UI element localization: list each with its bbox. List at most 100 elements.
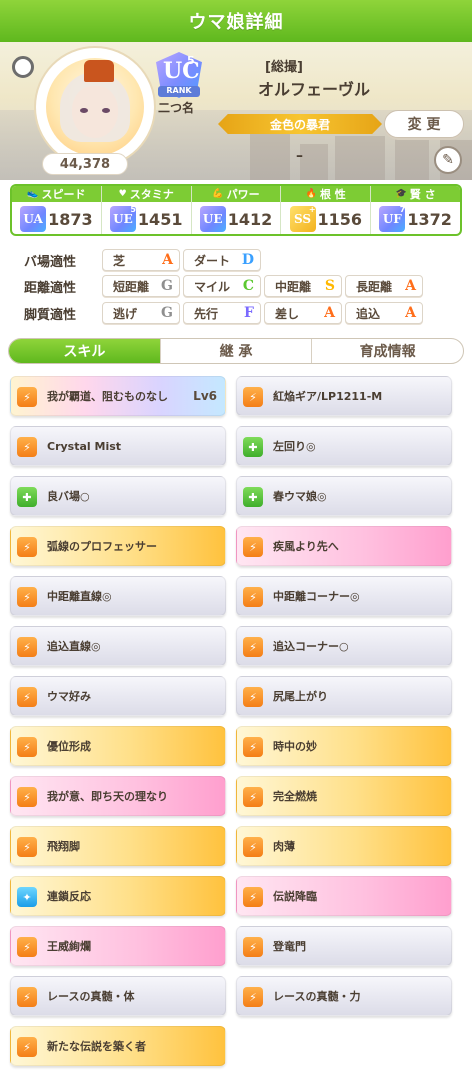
style-aptitude-row: 脚質適性 逃げ G 先行 F 差し A 追込 A xyxy=(24,302,454,324)
skill-icon: ✚ xyxy=(243,437,263,457)
skill-item[interactable]: ⚡ 飛翔脚 xyxy=(10,826,226,866)
skill-icon: ⚡ xyxy=(243,837,263,857)
stat-grade: UA xyxy=(23,212,43,226)
skill-item[interactable]: ⚡ 完全燃焼 xyxy=(236,776,452,816)
skill-item[interactable]: ⚡ レースの真髄・力 xyxy=(236,976,452,1016)
skill-name: 優位形成 xyxy=(47,740,91,753)
skill-icon: ⚡ xyxy=(243,987,263,1007)
stat-value: 1372 xyxy=(407,209,452,229)
aptitude-label: バ場適性 xyxy=(24,254,77,270)
skill-name: 王威絢爛 xyxy=(47,940,91,953)
stat-label: パワー xyxy=(226,188,260,201)
skill-icon: ⚡ xyxy=(17,587,37,607)
heart-icon: ♥ xyxy=(118,189,127,199)
stats-panel: 👟 スピード UA 1873 ♥ スタミナ UE 5 1451 💪 パワー UE 1412 🔥 根 性 SS +… xyxy=(10,184,462,236)
subtitle-dash: – xyxy=(296,148,303,164)
skill-item[interactable]: ⚡ 追込直線◎ xyxy=(10,626,226,666)
skill-item[interactable]: ⚡ 登竜門 xyxy=(236,926,452,966)
skill-name: 伝説降臨 xyxy=(273,890,317,903)
aptitude-cell: ダート D xyxy=(183,249,261,271)
edit-button[interactable]: ✎ xyxy=(434,146,462,174)
change-epithet-button[interactable]: 変 更 xyxy=(384,110,464,138)
aptitude-grade: C xyxy=(242,278,254,294)
skill-item[interactable]: ⚡ 王威絢爛 xyxy=(10,926,226,966)
skill-item[interactable]: ✚ 良バ場○ xyxy=(10,476,226,516)
skill-name: レースの真髄・体 xyxy=(47,990,135,1003)
skill-name: 連鎖反応 xyxy=(47,890,91,903)
aptitude-name: ダート xyxy=(194,253,231,268)
skill-name: 良バ場○ xyxy=(47,490,90,503)
skill-item[interactable]: ⚡ 伝説降臨 xyxy=(236,876,452,916)
tab-skills[interactable]: スキル xyxy=(9,339,161,363)
skill-name: 肉薄 xyxy=(273,840,295,853)
skill-item[interactable]: ⚡ 優位形成 xyxy=(10,726,226,766)
aptitude-grade: S xyxy=(324,278,335,294)
skill-item[interactable]: ⚡ 追込コーナー○ xyxy=(236,626,452,666)
character-name: オルフェーヴル xyxy=(258,80,371,99)
aptitude-grade: G xyxy=(161,278,173,294)
skill-name: Crystal Mist xyxy=(47,439,122,453)
skill-item[interactable]: ✚ 左回り◎ xyxy=(236,426,452,466)
aptitude-grade: D xyxy=(241,252,254,268)
stat-value: 1873 xyxy=(48,209,93,229)
skill-item[interactable]: ✚ 春ウマ娘◎ xyxy=(236,476,452,516)
aptitude-cell: マイル C xyxy=(183,275,261,297)
skill-item[interactable]: ⚡ Crystal Mist xyxy=(10,426,226,466)
skill-icon: ⚡ xyxy=(243,687,263,707)
skill-icon: ⚡ xyxy=(243,937,263,957)
aptitude-grade: A xyxy=(324,305,335,321)
skill-icon: ⚡ xyxy=(17,687,37,707)
skill-item[interactable]: ⚡ 中距離コーナー◎ xyxy=(236,576,452,616)
aptitude-cell: 先行 F xyxy=(183,302,261,324)
skill-icon: ⚡ xyxy=(17,637,37,657)
skill-item[interactable]: ⚡ 我が意、即ち天の理なり xyxy=(10,776,226,816)
skill-icon: ✦ xyxy=(17,887,37,907)
stat-body: UA 1873 xyxy=(12,202,101,234)
skill-level: Lv6 xyxy=(193,389,217,403)
skill-icon: ⚡ xyxy=(17,787,37,807)
skill-item[interactable]: ⚡ 尻尾上がり xyxy=(236,676,452,716)
rank-number: 5 xyxy=(187,54,195,67)
skill-item[interactable]: ⚡ 紅焔ギア/LP1211-M xyxy=(236,376,452,416)
skill-item[interactable]: ⚡ 時中の妙 xyxy=(236,726,452,766)
aptitude-cell: 長距離 A xyxy=(345,275,423,297)
stat-grade-icon: UF 7 xyxy=(379,205,406,232)
skill-icon: ✚ xyxy=(17,487,37,507)
skill-item[interactable]: ⚡ 中距離直線◎ xyxy=(10,576,226,616)
skill-item[interactable]: ⚡ レースの真髄・体 xyxy=(10,976,226,1016)
aptitude-name: 長距離 xyxy=(356,279,393,294)
skill-item[interactable]: ⚡ 弧線のプロフェッサー xyxy=(10,526,226,566)
skill-name: 弧線のプロフェッサー xyxy=(47,540,157,553)
skill-icon: ⚡ xyxy=(17,937,37,957)
stat-value: 1156 xyxy=(317,209,363,229)
skill-item[interactable]: ⚡ 我が覇道、阻むものなし Lv6 xyxy=(10,376,226,416)
stat-grade: SS xyxy=(293,212,312,226)
stat-value: 1412 xyxy=(227,209,273,229)
stat-grade-num: 5 xyxy=(130,205,136,214)
building-decoration xyxy=(335,136,385,180)
stat-header: ♥ スタミナ xyxy=(101,186,191,202)
tab-inheritance[interactable]: 継 承 xyxy=(161,339,313,363)
stat-grade: UE xyxy=(113,212,133,226)
skill-item[interactable]: ✦ 連鎖反応 xyxy=(10,876,226,916)
skill-name: 追込直線◎ xyxy=(47,640,101,653)
skill-item[interactable]: ⚡ ウマ好み xyxy=(10,676,226,716)
aptitude-grade: G xyxy=(161,305,173,321)
skill-item[interactable]: ⚡ 疾風より先へ xyxy=(236,526,452,566)
aptitude-name: 中距離 xyxy=(275,279,312,294)
skill-icon: ⚡ xyxy=(17,537,37,557)
skill-item[interactable]: ⚡ 新たな伝説を築く者 xyxy=(10,1026,226,1066)
ring-icon[interactable] xyxy=(12,56,34,78)
skill-name: 完全燃焼 xyxy=(273,790,317,803)
tab-training-info[interactable]: 育成情報 xyxy=(312,339,463,363)
skill-icon: ⚡ xyxy=(17,437,37,457)
aptitude-label: 脚質適性 xyxy=(24,307,77,323)
stat-header: 👟 スピード xyxy=(12,186,101,202)
stat-label: 根 性 xyxy=(319,188,346,201)
building-decoration xyxy=(300,144,328,180)
aptitude-cell: 中距離 S xyxy=(264,275,342,297)
stat-body: SS +1156 xyxy=(281,202,370,234)
skill-item[interactable]: ⚡ 肉薄 xyxy=(236,826,452,866)
skill-name: 飛翔脚 xyxy=(47,840,80,853)
stat-grade-icon: UA xyxy=(20,206,47,232)
